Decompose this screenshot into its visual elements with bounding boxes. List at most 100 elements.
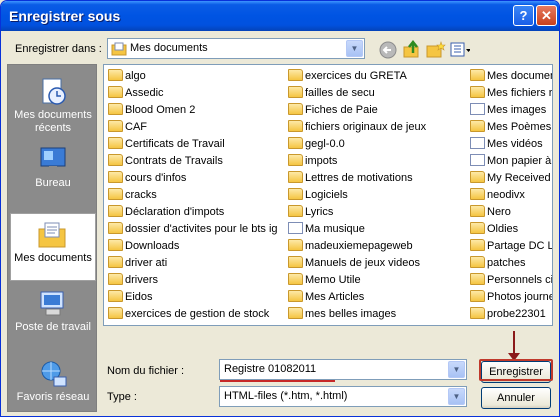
up-folder-icon[interactable] (402, 40, 422, 60)
filename-value: Registre 01082011 (224, 363, 317, 375)
file-list-item[interactable]: neodivx (470, 187, 552, 204)
file-list-item[interactable]: cours d'infos (108, 170, 286, 187)
file-name: Lettres de motivations (305, 172, 413, 184)
file-name: cours d'infos (125, 172, 187, 184)
file-list-item[interactable]: Lettres de motivations (288, 170, 468, 187)
folder-icon (288, 69, 303, 81)
file-list-item[interactable]: exercices du GRETA (288, 68, 468, 85)
file-list-item[interactable]: Blood Omen 2 (108, 102, 286, 119)
file-list-item[interactable]: Mes images (470, 102, 552, 119)
file-list[interactable]: algo Assedic Blood Omen 2 CAF Certificats de… (103, 64, 553, 326)
file-list-item[interactable]: patches (470, 255, 552, 272)
file-list-item[interactable]: Mon papier à l (470, 153, 552, 170)
cancel-button[interactable]: Annuler (481, 387, 551, 409)
file-list-item[interactable]: probe22301 (470, 306, 552, 323)
file-list-item[interactable]: Mes fichiers re (470, 85, 552, 102)
file-list-item[interactable]: exercices de gestion de stock (108, 306, 286, 323)
filename-field[interactable]: Registre 01082011 ▼ (219, 359, 467, 380)
file-name: fichiers originaux de jeux (305, 121, 427, 133)
special-folder-icon (288, 222, 303, 234)
file-list-item[interactable]: Oldies (470, 221, 552, 238)
folder-icon (108, 171, 123, 183)
file-name: Contrats de Travails (125, 155, 223, 167)
file-list-item[interactable]: Fiches de Paie (288, 102, 468, 119)
file-list-item[interactable]: failles de secu (288, 85, 468, 102)
place-my-computer[interactable]: Poste de travail (10, 283, 96, 351)
save-in-dropdown[interactable]: Mes documents ▼ (107, 38, 365, 59)
file-list-item[interactable]: Mes documents (470, 68, 552, 85)
place-network[interactable]: Favoris réseau (10, 353, 96, 416)
file-list-item[interactable]: Manuels de jeux videos (288, 255, 468, 272)
chevron-down-icon[interactable]: ▼ (448, 388, 465, 405)
file-list-item[interactable]: cracks (108, 187, 286, 204)
folder-icon (470, 188, 485, 200)
file-list-item[interactable]: algo (108, 68, 286, 85)
desktop-icon (40, 147, 66, 170)
file-list-item[interactable]: mes belles images (288, 306, 468, 323)
folder-icon (288, 239, 303, 251)
place-my-documents[interactable]: Mes documents (10, 213, 96, 281)
back-icon[interactable] (378, 40, 398, 60)
places-bar: Mes documents récents Bureau Mes documen… (7, 64, 97, 412)
place-label: Mes documents (14, 252, 92, 264)
folder-icon (470, 205, 485, 217)
folder-icon (108, 205, 123, 217)
file-name: My Received F (487, 172, 552, 184)
view-menu-icon[interactable] (450, 40, 470, 60)
file-list-item[interactable]: Eidos (108, 289, 286, 306)
file-list-item[interactable]: Personnels civ (470, 272, 552, 289)
file-list-item[interactable]: Logiciels (288, 187, 468, 204)
file-list-item[interactable]: CAF (108, 119, 286, 136)
file-name: Mes vidéos (487, 138, 543, 150)
file-list-item[interactable]: Mes Articles (288, 289, 468, 306)
new-folder-icon[interactable] (426, 40, 446, 60)
file-list-item[interactable]: Ma musique (288, 221, 468, 238)
file-list-item[interactable]: Déclaration d'impots (108, 204, 286, 221)
chevron-down-icon[interactable]: ▼ (448, 361, 465, 378)
file-list-item[interactable]: Downloads (108, 238, 286, 255)
save-in-label: Enregistrer dans : (15, 43, 102, 55)
close-button[interactable]: ✕ (536, 5, 557, 26)
file-name: failles de secu (305, 87, 375, 99)
file-list-item[interactable]: drivers (108, 272, 286, 289)
place-desktop[interactable]: Bureau (10, 139, 96, 207)
file-list-item[interactable]: madeuxiemepageweb (288, 238, 468, 255)
file-name: Déclaration d'impots (125, 206, 225, 218)
file-list-item[interactable]: My Received F (470, 170, 552, 187)
file-list-item[interactable]: Photos journe (470, 289, 552, 306)
file-name: probe22301 (487, 308, 546, 320)
type-dropdown[interactable]: HTML-files (*.htm, *.html) ▼ (219, 386, 467, 407)
folder-icon (108, 307, 123, 319)
file-list-item[interactable]: driver ati (108, 255, 286, 272)
folder-icon (288, 103, 303, 115)
folder-icon (288, 256, 303, 268)
folder-icon (288, 307, 303, 319)
file-list-item[interactable]: Mes vidéos (470, 136, 552, 153)
file-list-item[interactable]: Contrats de Travails (108, 153, 286, 170)
file-list-item[interactable]: Assedic (108, 85, 286, 102)
recent-documents-icon (42, 78, 66, 105)
folder-icon (288, 154, 303, 166)
help-button[interactable]: ? (513, 5, 534, 26)
file-name: Downloads (125, 240, 180, 252)
chevron-down-icon[interactable]: ▼ (346, 40, 363, 57)
file-list-item[interactable]: gegl-0.0 (288, 136, 468, 153)
file-list-item[interactable]: Memo Utile (288, 272, 468, 289)
file-list-item[interactable]: impots (288, 153, 468, 170)
folder-icon (470, 86, 485, 98)
file-list-item[interactable]: dossier d'activites pour le bts ig (108, 221, 286, 238)
file-name: Ma musique (305, 223, 365, 235)
file-list-item[interactable]: Partage DC LA (470, 238, 552, 255)
file-list-item[interactable]: fichiers originaux de jeux (288, 119, 468, 136)
file-list-item[interactable]: Mes Poèmes (470, 119, 552, 136)
file-list-item[interactable]: Nero (470, 204, 552, 221)
file-name: gegl-0.0 (305, 138, 345, 150)
place-recent-documents[interactable]: Mes documents récents (10, 71, 96, 139)
file-name: Assedic (125, 87, 164, 99)
file-list-item[interactable]: Lyrics (288, 204, 468, 221)
file-list-item[interactable]: Certificats de Travail (108, 136, 286, 153)
file-name: Nero (487, 206, 511, 218)
file-name: Fiches de Paie (305, 104, 378, 116)
folder-icon (288, 205, 303, 217)
title-bar[interactable]: Enregistrer sous ? ✕ (1, 1, 559, 31)
